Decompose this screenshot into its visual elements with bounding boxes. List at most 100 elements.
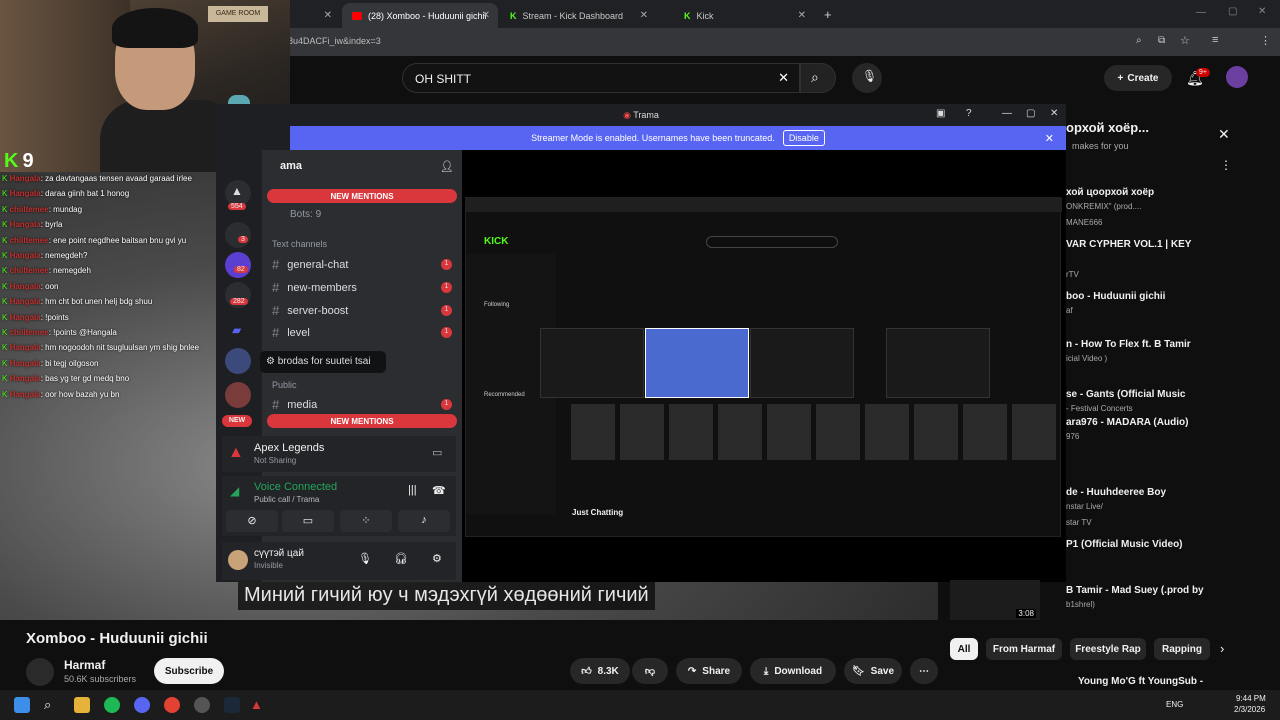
next-video-title[interactable]: Young Mo'G ft YoungSub - [1078,676,1203,687]
create-button[interactable]: + Create [1104,65,1172,91]
noise-icon[interactable]: ||| [408,484,417,496]
voice-search-button[interactable]: 🎙︎ [852,63,882,93]
like-button[interactable]: 👍︎ 8.3K [570,658,630,684]
sidebar-video[interactable]: de - Huuhdeeree Boy nstar Live/ [1066,486,1252,514]
new-mentions-bar[interactable]: NEW MENTIONS [267,414,457,428]
tab-youtube[interactable]: (28) Xomboo - Huduunii gichii ✕ [342,3,498,28]
window-thumbnail[interactable] [886,328,990,398]
save-button[interactable]: 🔖︎ Save [844,658,902,684]
sidebar-video[interactable]: хой цоорхой хоёр ONKREMIX" (prod.... [1066,186,1252,214]
window-thumbnail[interactable] [540,328,644,398]
discord-icon[interactable] [134,697,150,713]
share-screen-icon[interactable]: ▭ [432,446,442,459]
search-icon[interactable]: ⌕ [44,697,60,713]
disable-button[interactable]: Disable [782,130,825,146]
sidebar-video[interactable]: ara976 - MADARA (Audio) 976 [1066,416,1252,444]
stream-card[interactable] [767,404,811,460]
clock-time[interactable]: 9:44 PM [1236,694,1266,703]
obs-icon[interactable] [194,697,210,713]
tab-kick[interactable]: K Kick ✕ [674,3,814,28]
disconnect-icon[interactable]: ☎︎ [432,484,446,497]
close-banner-icon[interactable]: ✕ [1045,132,1054,145]
stream-card[interactable] [571,404,615,460]
category-public[interactable]: Public [272,380,297,390]
stream-card[interactable] [718,404,762,460]
close-icon[interactable]: ✕ [324,10,332,21]
channel-name[interactable]: Harmaf [64,658,105,672]
clear-search-icon[interactable]: ✕ [778,70,789,86]
sidebar-video[interactable]: star TV [1066,516,1252,530]
subscribe-button[interactable]: Subscribe [154,658,224,684]
sidebar-video[interactable]: VAR CYPHER VOL.1 | KEY [1066,238,1252,252]
sidebar-video[interactable]: P1 (Official Music Video) [1066,538,1252,552]
close-window-button[interactable]: ✕ [1258,6,1266,17]
channel-general-chat[interactable]: # general-chat 1 [272,257,456,272]
sidebar-video[interactable]: rTV [1066,268,1252,282]
server-name[interactable]: ama [280,160,302,172]
stream-card[interactable] [914,404,958,460]
stream-card[interactable] [620,404,664,460]
clock-date[interactable]: 2/3/2026 [1234,705,1265,714]
new-tab-button[interactable]: + [824,7,832,22]
channel-server-boost[interactable]: # server-boost 1 [272,303,456,318]
stream-card[interactable] [1012,404,1056,460]
inbox-icon[interactable]: ▣ [936,108,945,119]
channel-new-members[interactable]: # new-members 1 [272,280,456,295]
category-text-channels[interactable]: Text channels [272,239,327,249]
folder-icon[interactable]: ▰ [225,318,251,344]
language-indicator[interactable]: ENG [1166,700,1183,709]
zoom-icon[interactable]: ⌕ [1136,35,1142,46]
cast-icon[interactable]: ⧉ [1158,35,1165,46]
help-icon[interactable]: ? [966,108,972,119]
video-thumbnail[interactable]: 3:08 [950,580,1040,620]
search-input[interactable]: OH SHITT ✕ [402,63,800,93]
server-icon[interactable] [225,382,251,408]
microphone-icon[interactable]: 🎙︎ [358,552,372,565]
window-thumbnail[interactable] [750,328,854,398]
channel-level[interactable]: # level 1 [272,325,456,340]
channel-media[interactable]: # media 1 [272,397,456,412]
download-button[interactable]: ⤓ Download [750,658,836,684]
maximize-button[interactable]: ▢ [1026,108,1035,119]
spotify-icon[interactable] [104,697,120,713]
more-actions-button[interactable]: ⋯ [910,658,938,684]
stream-card[interactable] [865,404,909,460]
tab-hidden[interactable]: ✕ [296,3,340,28]
stream-card[interactable] [669,404,713,460]
apex-icon[interactable]: ▲ [250,697,266,713]
avatar[interactable] [228,550,248,570]
server-icon[interactable] [225,222,251,248]
minimize-button[interactable]: — [1196,7,1206,18]
sidebar-video[interactable]: se - Gants (Official Music - Festival Con… [1066,388,1252,416]
chip-all[interactable]: All [950,638,978,660]
chip-from-harmaf[interactable]: From Harmaf [986,638,1062,660]
close-icon[interactable]: ✕ [640,10,648,21]
close-icon[interactable]: ✕ [798,10,806,21]
sidebar-video[interactable]: n - How To Flex ft. B Tamir icial Video ) [1066,338,1252,366]
maximize-button[interactable]: ▢ [1228,6,1237,17]
server-icon[interactable] [225,348,251,374]
chrome-icon[interactable] [164,697,180,713]
close-icon[interactable]: ✕ [482,10,490,21]
avatar[interactable] [1226,66,1248,88]
bookmark-star-icon[interactable]: ☆ [1180,34,1190,47]
minimize-button[interactable]: — [1002,108,1012,119]
close-panel-icon[interactable]: ✕ [1218,126,1230,143]
search-button[interactable]: ⌕ [800,63,836,93]
more-options-icon[interactable]: ⋮ [1220,158,1232,172]
dislike-button[interactable]: 👎︎ [632,658,668,684]
chevron-right-icon[interactable]: › [1220,641,1224,656]
settings-gear-icon[interactable]: ⚙︎ [432,552,442,565]
sidebar-video[interactable]: B Tamir - Mad Suey (.prod by b1shrel) [1066,584,1252,612]
screen-share-button[interactable]: ▭ [282,510,334,532]
tab-search-icon[interactable]: ≡ [1212,34,1218,46]
start-icon[interactable] [14,697,30,713]
server-icon[interactable] [225,252,251,278]
sidebar-video[interactable]: boo - Huduunii gichii af [1066,290,1252,318]
close-window-button[interactable]: ✕ [1050,108,1058,119]
add-member-icon[interactable]: 👤︎ [440,160,454,173]
chip-rapping[interactable]: Rapping [1154,638,1210,660]
tab-kick-dashboard[interactable]: K Stream - Kick Dashboard ✕ [500,3,656,28]
channel-avatar[interactable] [26,658,54,686]
file-explorer-icon[interactable] [74,697,90,713]
